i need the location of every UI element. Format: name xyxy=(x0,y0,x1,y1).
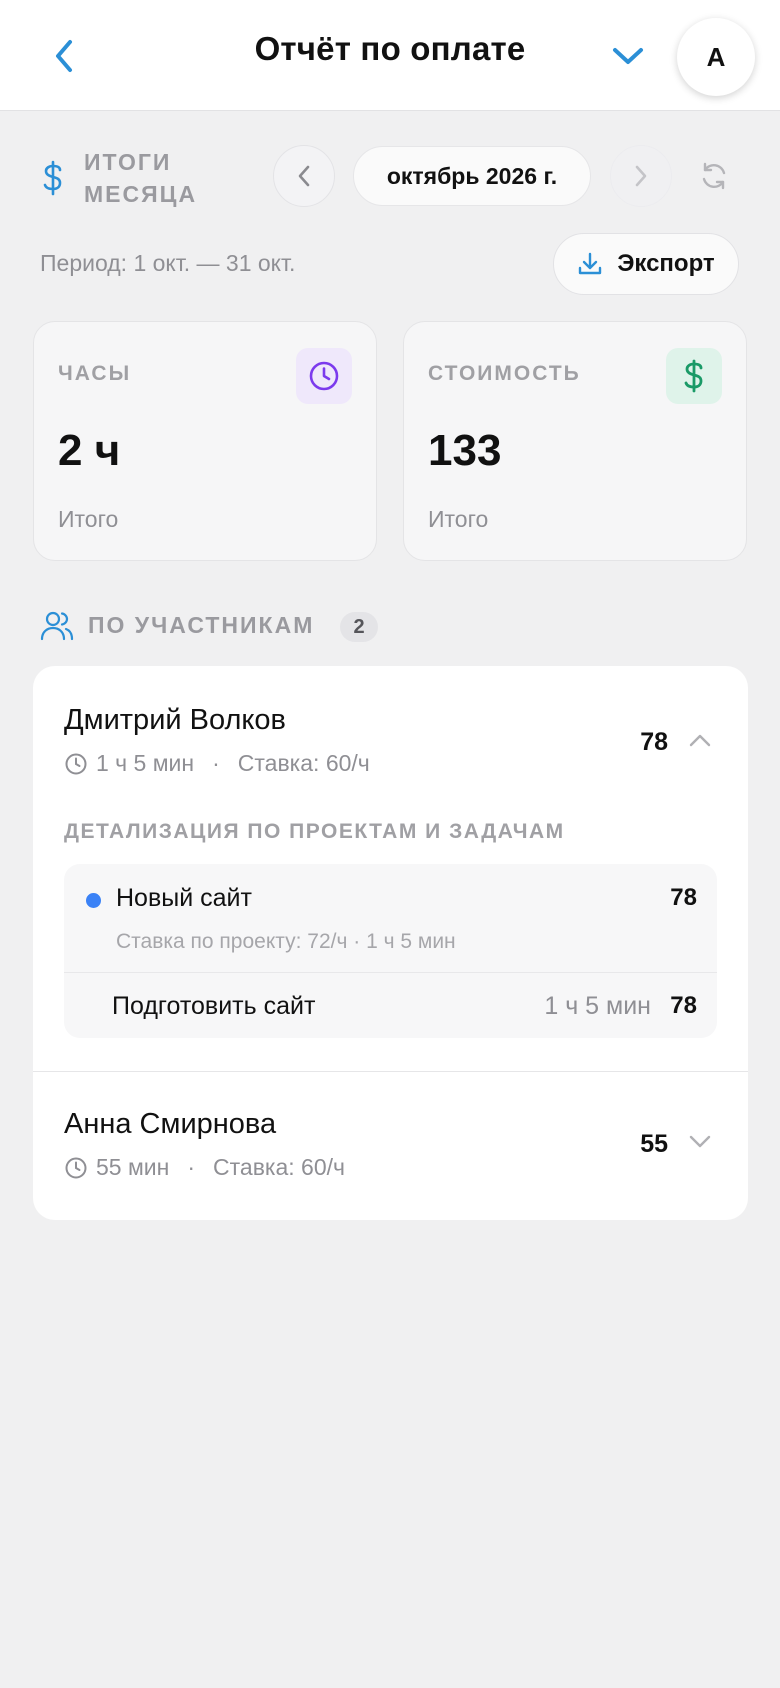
dollar-icon xyxy=(43,160,62,196)
dollar-icon xyxy=(684,359,703,393)
member-time: 1 ч 5 мин xyxy=(96,750,195,776)
member-name: Дмитрий Волков xyxy=(64,704,286,736)
cost-label: СТОИМОСТЬ xyxy=(428,362,581,385)
cost-icon-box xyxy=(666,348,722,404)
member-rate: Ставка: 60/ч xyxy=(237,750,370,776)
users-icon xyxy=(40,611,74,641)
member-row-smirnova[interactable]: Анна Смирнова 55 мин · Ставка: 60/ч 55 xyxy=(33,1072,748,1220)
divider xyxy=(64,972,717,973)
chevron-down-icon xyxy=(689,1135,711,1148)
participants-title: ПО УЧАСТНИКАМ xyxy=(88,612,315,638)
members-list: Дмитрий Волков 1 ч 5 мин · Ставка: 60/ч … xyxy=(33,666,748,1220)
member-row-volkov[interactable]: Дмитрий Волков 1 ч 5 мин · Ставка: 60/ч … xyxy=(33,666,748,806)
export-label: Экспорт xyxy=(617,250,715,277)
member-time: 55 мин xyxy=(96,1154,170,1180)
cost-subtitle: Итого xyxy=(428,506,489,532)
member-amount: 78 xyxy=(640,728,668,756)
task-time: 1 ч 5 мин xyxy=(544,992,651,1020)
previous-month-button[interactable] xyxy=(273,145,335,207)
hours-card: ЧАСЫ 2 ч Итого xyxy=(33,321,377,561)
collapse-button[interactable] xyxy=(686,726,714,754)
period-range: Период: 1 окт. — 31 окт. xyxy=(40,250,296,276)
member-rate: Ставка: 60/ч xyxy=(213,1154,346,1180)
cost-card: СТОИМОСТЬ 133 Итого xyxy=(403,321,747,561)
month-summary-title: ИТОГИ МЕСЯЦА xyxy=(84,149,198,207)
next-month-button[interactable] xyxy=(610,145,672,207)
chevron-left-icon xyxy=(298,165,310,187)
export-button[interactable]: Экспорт xyxy=(553,233,739,295)
participants-count-badge: 2 xyxy=(340,612,378,642)
top-bar: Отчёт по оплате A xyxy=(0,0,780,111)
task-name: Подготовить сайт xyxy=(112,992,316,1020)
download-icon xyxy=(579,252,602,275)
project-color-dot xyxy=(86,893,101,908)
chevron-down-icon xyxy=(613,48,643,64)
hours-subtitle: Итого xyxy=(58,506,119,532)
page-title: Отчёт по оплате xyxy=(254,30,526,67)
project-name: Новый сайт xyxy=(116,884,252,912)
chevron-up-icon xyxy=(689,734,711,747)
avatar[interactable]: A xyxy=(677,18,755,96)
hours-icon-box xyxy=(296,348,352,404)
project-amount: 78 xyxy=(670,884,697,911)
member-meta: 55 мин · Ставка: 60/ч xyxy=(64,1154,345,1181)
member-amount: 55 xyxy=(640,1130,668,1158)
member-name: Анна Смирнова xyxy=(64,1108,277,1140)
project-meta: Ставка по проекту: 72/ч · 1 ч 5 мин xyxy=(116,930,456,953)
refresh-button[interactable] xyxy=(694,156,734,196)
separator-dot: · xyxy=(187,1154,196,1180)
cost-value: 133 xyxy=(428,426,502,475)
member-meta: 1 ч 5 мин · Ставка: 60/ч xyxy=(64,750,370,777)
month-selector[interactable]: октябрь 2026 г. xyxy=(353,146,591,206)
separator-dot: · xyxy=(212,750,220,776)
clock-icon xyxy=(65,753,87,774)
hours-value: 2 ч xyxy=(58,426,121,475)
header-dropdown-button[interactable] xyxy=(608,38,648,74)
detail-section-title: ДЕТАЛИЗАЦИЯ ПО ПРОЕКТАМ И ЗАДАЧАМ xyxy=(64,820,565,843)
task-amount: 78 xyxy=(670,992,697,1019)
chevron-right-icon xyxy=(635,165,647,187)
hours-label: ЧАСЫ xyxy=(58,362,132,385)
expand-button[interactable] xyxy=(686,1128,714,1156)
refresh-icon xyxy=(702,162,726,190)
clock-icon xyxy=(309,361,339,391)
project-breakdown: Новый сайт 78 Ставка по проекту: 72/ч · … xyxy=(64,864,717,1038)
clock-icon xyxy=(65,1157,87,1178)
